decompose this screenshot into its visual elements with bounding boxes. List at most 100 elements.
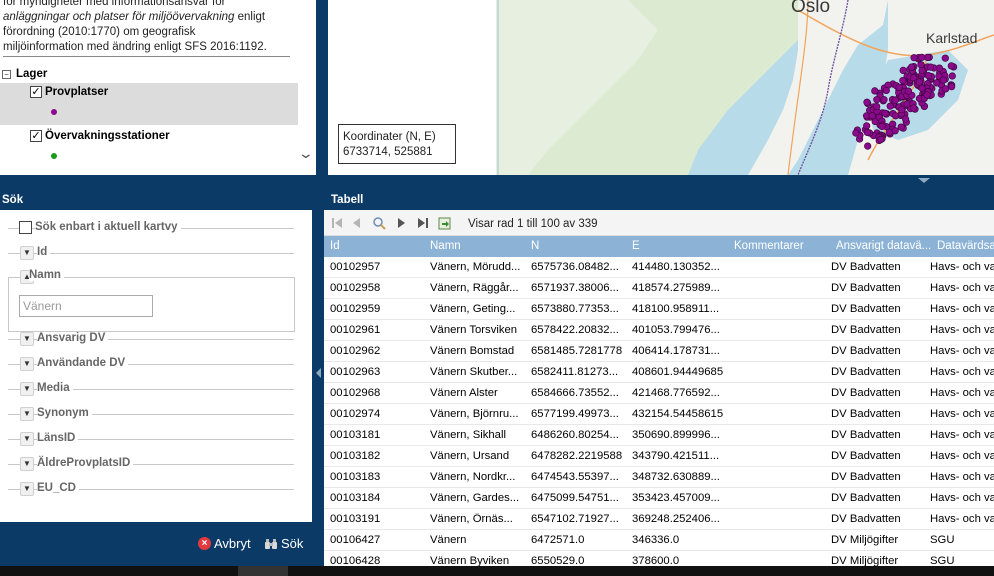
sample-point[interactable] (907, 63, 916, 71)
sample-point[interactable] (910, 104, 918, 112)
sample-point[interactable] (868, 112, 876, 120)
sample-point[interactable] (933, 79, 941, 87)
next-page-icon[interactable] (394, 216, 408, 230)
table-row[interactable]: 00102959 Vänern, Geting... 6573880.77353..… (324, 299, 994, 320)
sample-point[interactable] (864, 142, 872, 150)
sample-point[interactable] (863, 122, 871, 130)
sample-point[interactable] (909, 74, 918, 82)
cancel-button[interactable]: × Avbryt (198, 536, 251, 551)
sample-point[interactable] (863, 98, 871, 106)
only-current-view-row[interactable]: Sök enbart i aktuell kartvy (8, 220, 294, 236)
search-field-media[interactable]: ▼ Media (8, 381, 294, 397)
table-row[interactable]: 00102958 Vänern, Räggår... 6571937.38006..… (324, 278, 994, 299)
sample-point[interactable] (852, 129, 860, 137)
taskbar-item[interactable] (238, 566, 288, 576)
layer-checkbox[interactable]: ✓ (30, 86, 42, 98)
scroll-down-icon[interactable]: ⌄ (298, 145, 314, 162)
column-header-namn[interactable]: Namn (430, 240, 525, 252)
column-header-e[interactable]: E (632, 240, 727, 252)
sample-point[interactable] (877, 135, 885, 144)
layer-item-provplatser[interactable]: ✓ Provplatser (0, 83, 298, 125)
table-row[interactable]: 00103181 Vänern, Sikhall 6486260.80254... 3… (324, 425, 994, 446)
search-scrollbar[interactable] (312, 210, 316, 522)
layer-item-overvakningsstationer[interactable]: ✓ Övervakningsstationer (0, 127, 298, 169)
expand-icon[interactable]: ▼ (20, 407, 34, 421)
collapse-icon[interactable]: − (2, 69, 11, 79)
expand-icon[interactable]: ▼ (20, 432, 34, 446)
search-button[interactable]: Sök (264, 536, 303, 551)
table-row[interactable]: 00102957 Vänern, Mörudd... 6575736.08482..… (324, 257, 994, 278)
sample-point[interactable] (891, 112, 900, 120)
expand-icon[interactable]: ▼ (20, 332, 34, 346)
sample-point[interactable] (878, 122, 886, 131)
search-field-eu-cd[interactable]: ▼ EU_CD (8, 481, 294, 497)
table-row[interactable]: 00106428 Vänern Byviken 6550529.0 378600.0 D… (324, 551, 994, 566)
sample-point[interactable] (863, 128, 872, 136)
column-header-datavard[interactable]: Datavärdsa (937, 240, 994, 252)
sample-point[interactable] (918, 66, 926, 75)
sample-point[interactable] (899, 66, 907, 74)
sample-point[interactable] (926, 63, 935, 71)
sample-point[interactable] (918, 53, 926, 61)
sample-point[interactable] (915, 78, 923, 86)
sample-point[interactable] (918, 84, 926, 92)
expand-icon[interactable]: ▼ (20, 357, 34, 371)
sample-point[interactable] (910, 54, 918, 62)
sample-point[interactable] (873, 102, 881, 111)
search-field-ansvarig-dv[interactable]: ▼ Ansvarig DV (8, 331, 294, 347)
table-row[interactable]: 00102962 Vänern Bomstad 6581485.7281778 406… (324, 341, 994, 362)
table-row[interactable]: 00102961 Vänern Torsviken 6578422.20832...… (324, 320, 994, 341)
table-row[interactable]: 00103191 Vänern, Örnäs... 6547102.71927...… (324, 509, 994, 530)
column-header-ansvarigt-datavard[interactable]: Ansvarigt datavä... (836, 240, 932, 252)
table-row[interactable]: 00103183 Vänern, Nordkr... 6474543.55397..… (324, 467, 994, 488)
column-header-kommentarer[interactable]: Kommentarer (734, 240, 830, 252)
table-row[interactable]: 00102974 Vänern, Björnru... 6577199.49973.… (324, 404, 994, 425)
sample-point[interactable] (923, 91, 931, 99)
sample-point[interactable] (947, 83, 956, 91)
sample-point[interactable] (897, 123, 905, 131)
column-header-id[interactable]: Id (330, 240, 420, 252)
only-current-view-checkbox[interactable] (19, 221, 32, 234)
column-header-n[interactable]: N (531, 240, 626, 252)
search-field-anvandande-dv[interactable]: ▼ Användande DV (8, 356, 294, 372)
map-view[interactable]: Oslo Karlstad Koordinater (N, E) 6733714… (328, 0, 994, 175)
table-row[interactable]: 00102963 Vänern Skutber... 6582411.81273..… (324, 362, 994, 383)
sample-point[interactable] (882, 86, 890, 95)
search-field-id[interactable]: ▼ Id (8, 245, 294, 261)
expand-icon[interactable]: ▼ (20, 457, 34, 471)
expand-icon[interactable]: ▼ (20, 246, 34, 260)
search-field-lansid[interactable]: ▼ LänsID (8, 431, 294, 447)
last-page-icon[interactable] (416, 216, 430, 230)
sample-point[interactable] (895, 83, 903, 91)
expand-icon[interactable]: ▼ (20, 482, 34, 496)
namn-input[interactable] (19, 295, 153, 317)
collapse-search-icon[interactable] (316, 368, 321, 378)
layer-group-header[interactable]: − Lager (0, 66, 47, 82)
zoom-to-icon[interactable] (372, 216, 386, 230)
sample-point[interactable] (901, 115, 910, 123)
sample-point[interactable] (939, 76, 948, 84)
table-row[interactable]: 00103184 Vänern, Gardes... 6475099.54751..… (324, 488, 994, 509)
sample-point[interactable] (941, 54, 949, 62)
table-row[interactable]: 00103182 Vänern, Ursand 6478282.2219588 343… (324, 446, 994, 467)
layer-checkbox[interactable]: ✓ (30, 130, 42, 142)
sample-point[interactable] (891, 96, 899, 104)
first-page-icon[interactable] (330, 216, 344, 230)
sample-point[interactable] (941, 85, 950, 93)
expand-icon[interactable]: ▼ (20, 382, 34, 396)
export-icon[interactable] (438, 216, 452, 230)
sample-point[interactable] (873, 96, 881, 104)
sample-point[interactable] (898, 105, 906, 114)
previous-page-icon[interactable] (350, 216, 364, 230)
sample-point[interactable] (899, 76, 907, 85)
sample-point[interactable] (904, 87, 913, 95)
sample-point[interactable] (886, 102, 894, 110)
search-field-synonym[interactable]: ▼ Synonym (8, 406, 294, 422)
sample-point[interactable] (948, 72, 956, 80)
table-row[interactable]: 00102968 Vänern Alster 6584666.73552... 421… (324, 383, 994, 404)
collapse-map-icon[interactable] (918, 178, 930, 183)
sample-point[interactable] (924, 71, 933, 80)
sample-point[interactable] (881, 109, 889, 117)
search-field-aldre-provplats-id[interactable]: ▼ ÄldreProvplatsID (8, 456, 294, 472)
sample-point[interactable] (880, 96, 888, 104)
